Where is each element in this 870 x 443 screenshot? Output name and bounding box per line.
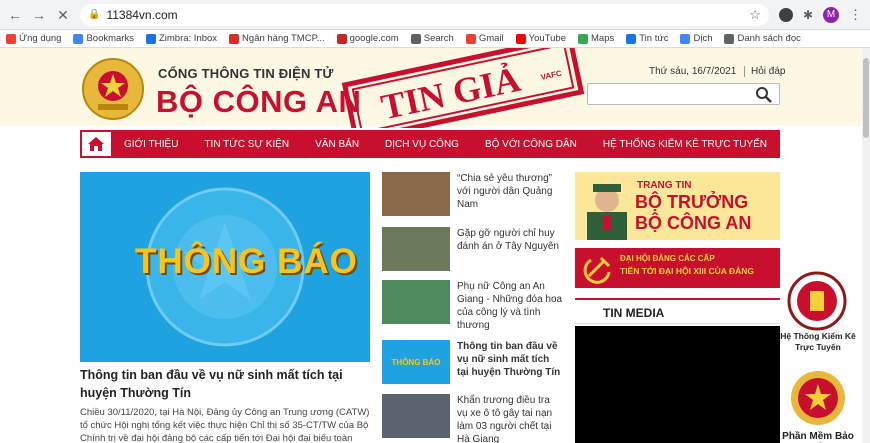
- fake-news-stamp: TIN GIẢ VAFC: [341, 48, 585, 128]
- news-title[interactable]: “Chia sẻ yêu thương” với người dân Quảng…: [457, 172, 563, 211]
- police-emblem-icon: [82, 58, 144, 120]
- search-input[interactable]: [587, 83, 780, 105]
- news-title[interactable]: Phụ nữ Công an An Giang - Những đóa hoa …: [457, 280, 563, 332]
- media-player[interactable]: [575, 326, 780, 443]
- lock-icon[interactable]: 🔒: [88, 9, 100, 20]
- minister-banner[interactable]: TRANG TIN BỘ TRƯỞNG BỘ CÔNG AN: [575, 172, 780, 240]
- bookmark-label: Ngân hàng TMCP...: [242, 33, 325, 44]
- bookmark-label: YouTube: [528, 33, 566, 44]
- scrollbar-thumb[interactable]: [863, 58, 869, 138]
- bookmark-favicon-icon: [465, 33, 476, 44]
- news-title[interactable]: Thông tin ban đầu về vụ nữ sinh mất tích…: [457, 340, 563, 379]
- news-thumbnail[interactable]: [382, 394, 450, 438]
- bookmark-favicon-icon: [336, 33, 347, 44]
- bookmark-favicon-icon: [410, 33, 421, 44]
- bookmark-item[interactable]: google.com: [336, 33, 399, 44]
- minister-banner-title: BỘ TRƯỞNG BỘ CÔNG AN: [635, 192, 752, 233]
- bookmark-item[interactable]: Bookmarks: [73, 33, 134, 44]
- nav-item[interactable]: HỆ THỐNG KIỂM KÊ TRỰC TUYẾN: [590, 139, 780, 150]
- browser-toolbar: ← → ✕ 🔒 11384vn.com ☆ ✱ M ⋮: [0, 0, 870, 30]
- party-congress-line1: ĐẠI HỘI ĐẢNG CÁC CẤP: [620, 254, 715, 263]
- hero-text: THÔNG BÁO: [135, 242, 358, 281]
- bookmark-favicon-icon: [680, 33, 691, 44]
- party-congress-line2: TIẾN TỚI ĐẠI HỘI XIII CỦA ĐẢNG: [620, 266, 754, 276]
- bookmark-label: Gmail: [478, 33, 504, 44]
- nav-item[interactable]: TIN TỨC SỰ KIỆN: [191, 139, 302, 150]
- help-link[interactable]: Hỏi đáp: [744, 66, 785, 77]
- bookmark-item[interactable]: Tin tức: [626, 33, 668, 44]
- bookmark-favicon-icon: [626, 33, 637, 44]
- nav-item[interactable]: BỘ VỚI CÔNG DÂN: [472, 139, 590, 150]
- bookmark-favicon-icon: [73, 33, 84, 44]
- bookmark-favicon-icon: [229, 33, 240, 44]
- extension-icon[interactable]: [778, 7, 793, 22]
- bookmark-label: Bookmarks: [86, 33, 134, 44]
- bookmark-label: Ứng dụng: [19, 33, 62, 44]
- bookmark-item[interactable]: Search: [410, 33, 454, 44]
- home-icon: [88, 137, 105, 151]
- bookmark-label: Danh sách đọc: [737, 33, 801, 44]
- news-thumbnail-text: THÔNG BÁO: [391, 357, 441, 367]
- bookmark-favicon-icon: [724, 33, 735, 44]
- inventory-system-label[interactable]: Hệ Thống Kiểm Kê Trực Tuyến: [778, 331, 858, 353]
- bookmark-favicon-icon: [515, 33, 526, 44]
- media-title: TIN MEDIA: [575, 300, 780, 324]
- bookmark-label: Search: [423, 33, 454, 44]
- bookmark-label: google.com: [349, 33, 399, 44]
- scrollbar[interactable]: [862, 48, 870, 443]
- current-date: Thứ sáu, 16/7/2021: [649, 66, 737, 77]
- news-title[interactable]: Khẩn trương điều tra vụ xe ô tô gây tai …: [457, 394, 563, 443]
- star-icon[interactable]: ☆: [749, 7, 761, 23]
- bookmark-favicon-icon: [145, 33, 156, 44]
- bookmark-item[interactable]: Gmail: [465, 33, 504, 44]
- news-thumbnail[interactable]: [382, 172, 450, 216]
- news-thumbnail[interactable]: THÔNG BÁO: [382, 340, 450, 384]
- bookmark-item[interactable]: Maps: [578, 33, 614, 44]
- bookmarks-bar: Ứng dụng Bookmarks Zimbra: Inbox Ngân hàng …: [0, 30, 870, 48]
- bookmark-item[interactable]: Ứng dụng: [6, 33, 61, 44]
- minister-banner-label: TRANG TIN: [637, 180, 692, 191]
- nav-item[interactable]: VĂN BẢN: [302, 139, 372, 150]
- site-subtitle: CỔNG THÔNG TIN ĐIỆN TỬ: [158, 66, 334, 81]
- main-article-title[interactable]: Thông tin ban đầu về vụ nữ sinh mất tích…: [80, 366, 370, 402]
- media-section: TIN MEDIA: [575, 298, 780, 443]
- bookmark-item[interactable]: Ngân hàng TMCP...: [229, 33, 325, 44]
- bookmark-item[interactable]: YouTube: [515, 33, 566, 44]
- forward-arrow-icon[interactable]: →: [32, 8, 46, 22]
- party-congress-banner[interactable]: ĐẠI HỘI ĐẢNG CÁC CẤP TIẾN TỚI ĐẠI HỘI XI…: [575, 248, 780, 288]
- news-thumbnail[interactable]: [382, 280, 450, 324]
- security-software-label[interactable]: Phần Mềm Bảo Mật: [778, 431, 858, 443]
- bookmark-label: Tin tức: [639, 33, 669, 44]
- security-software-logo[interactable]: [790, 368, 846, 428]
- bookmark-favicon-icon: [6, 33, 16, 44]
- hammer-sickle-icon: [583, 256, 611, 284]
- bookmark-favicon-icon: [578, 33, 588, 44]
- url-text: 11384vn.com: [106, 7, 178, 22]
- puzzle-icon[interactable]: ✱: [803, 8, 813, 22]
- main-nav: GIỚI THIỆU TIN TỨC SỰ KIỆN VĂN BẢN DỊCH VỤ …: [80, 130, 780, 158]
- bookmark-label: Dịch: [693, 33, 713, 44]
- menu-icon[interactable]: ⋮: [849, 7, 862, 23]
- back-arrow-icon[interactable]: ←: [8, 8, 22, 22]
- address-bar[interactable]: 🔒 11384vn.com ☆: [80, 3, 769, 26]
- search-icon[interactable]: [755, 86, 773, 104]
- news-title[interactable]: Gặp gỡ người chỉ huy đánh án ở Tây Nguyê…: [457, 227, 563, 253]
- bookmark-label: Maps: [591, 33, 615, 44]
- home-button[interactable]: [82, 132, 111, 156]
- nav-item[interactable]: GIỚI THIỆU: [111, 139, 192, 150]
- bookmark-label: Zimbra: Inbox: [158, 33, 218, 44]
- page-content: CỔNG THÔNG TIN ĐIỆN TỬ BỘ CÔNG AN TIN GI…: [0, 48, 870, 443]
- news-thumbnail[interactable]: [382, 227, 450, 271]
- hero-image[interactable]: THÔNG BÁO: [80, 172, 370, 362]
- bookmark-item[interactable]: Dịch: [680, 33, 712, 44]
- main-article-summary: Chiều 30/11/2020, tại Hà Nội, Đảng ủy Cô…: [80, 407, 370, 443]
- bookmark-item[interactable]: Zimbra: Inbox: [145, 33, 218, 44]
- stop-loading-icon[interactable]: ✕: [56, 8, 70, 22]
- site-title: BỘ CÔNG AN: [156, 84, 362, 119]
- minister-portrait: [587, 184, 627, 240]
- avatar[interactable]: M: [823, 6, 839, 23]
- stamp-tag: VAFC: [540, 69, 563, 82]
- bookmark-item[interactable]: Danh sách đọc: [724, 33, 801, 44]
- nav-item[interactable]: DỊCH VỤ CÔNG: [372, 139, 472, 150]
